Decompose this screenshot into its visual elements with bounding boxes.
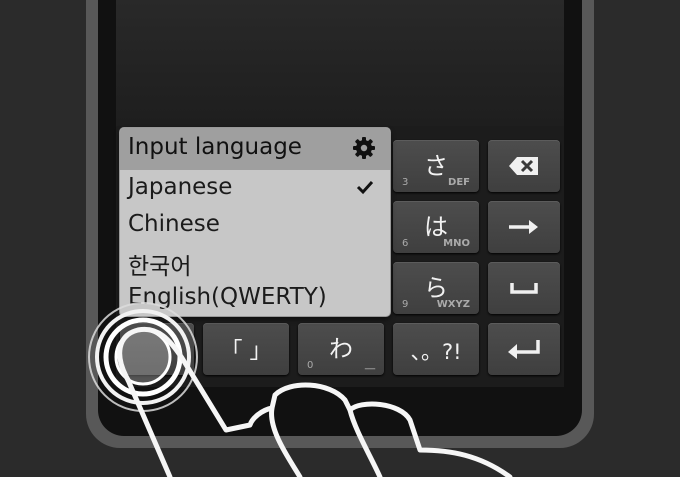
finger-tap-icon [117,326,513,477]
